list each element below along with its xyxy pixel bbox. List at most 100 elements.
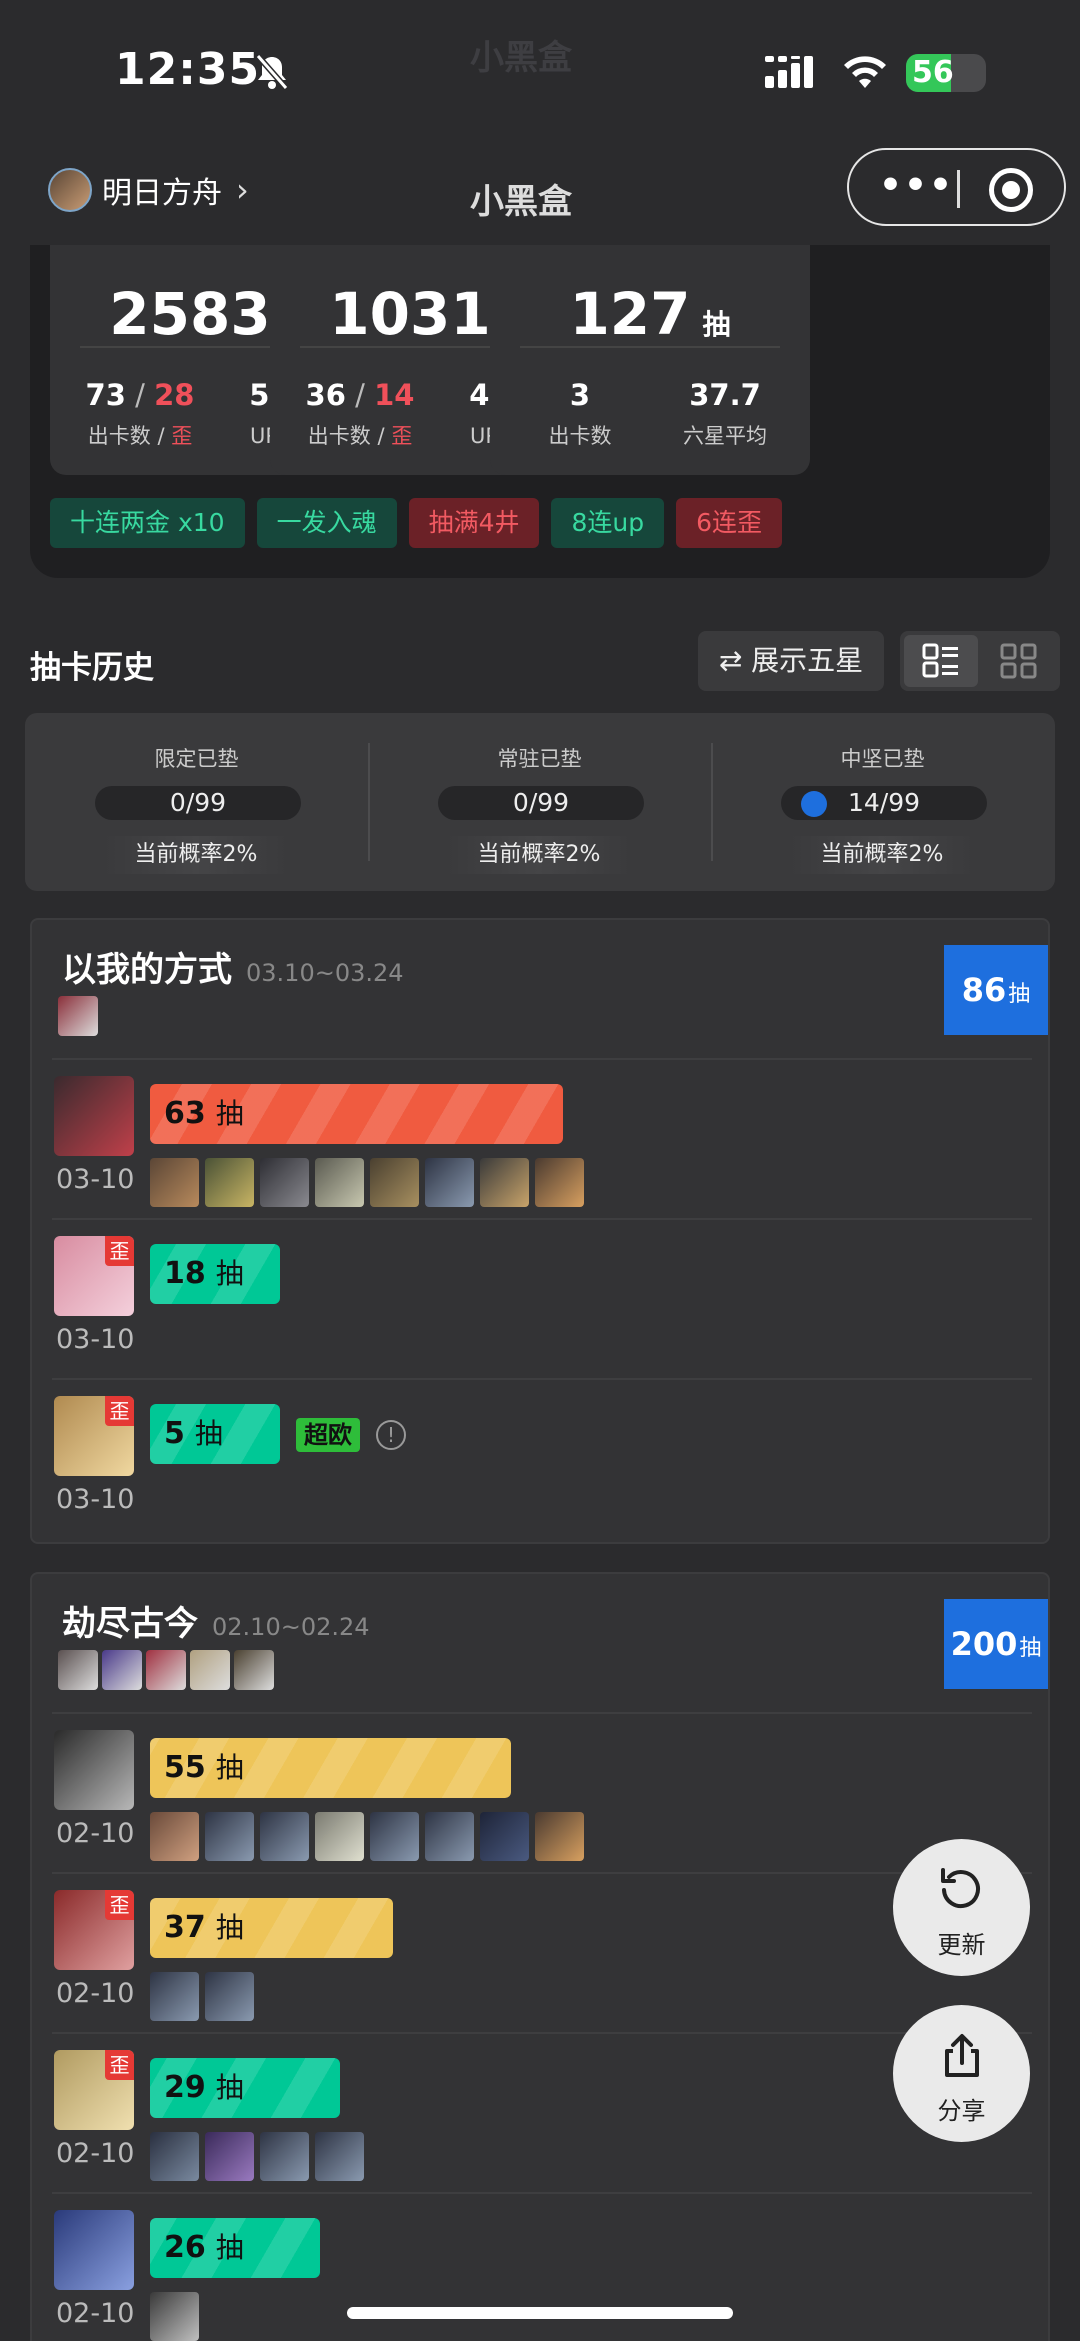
battery-text: 56 [912,55,954,90]
pull-count-unit: 抽 [215,1911,244,1944]
operator-chip [480,1812,529,1861]
battery-indicator: 56 [906,54,986,92]
cards-out-label: 出卡数 [490,420,670,450]
operator-chip [205,1812,254,1861]
stat-slash: / [345,378,375,412]
cards-out-label-text: 出卡数 / [307,424,392,448]
pull-count-bar: 63 抽 [150,1084,563,1144]
pity-divider [711,743,713,861]
grid-view-icon [1000,643,1037,679]
pull-date: 02-10 [56,2298,135,2329]
operator-thumbnail [102,1650,142,1690]
pity-column: 中坚已垫 14/99 当前概率2% [711,713,1054,891]
app-logo: 小黑盒 [470,182,572,222]
toggle-five-star-button[interactable]: ⇄ 展示五星 [698,631,884,691]
game-avatar [48,168,92,212]
pulled-operators [150,1158,584,1207]
pity-label: 限定已垫 [154,747,239,771]
info-icon[interactable]: ! [376,1420,406,1450]
operator-chip [205,1972,254,2021]
status-bar: 12:35 小黑盒 56 [0,0,1080,140]
capsule-divider [957,170,960,208]
cards-out-label: 出卡数 / 歪 [50,420,230,450]
total-unit: 抽 [702,308,731,341]
pull-date: 03-10 [56,1164,135,1195]
pull-date: 03-10 [56,1484,135,1515]
pulled-operators [150,2292,199,2341]
pull-count-unit: 抽 [215,2071,244,2104]
operator-chip [315,1158,364,1207]
grid-view-button[interactable] [982,635,1056,687]
pity-value: 0/99 [169,788,227,817]
share-label: 分享 [937,2097,986,2125]
banner-title: 以我的方式 03.10~03.24 [62,942,404,991]
cards-out-value: 36 [305,378,346,412]
capsule-menu: ••• [847,148,1066,226]
pull-count-value: 29 [164,2070,206,2105]
refresh-button[interactable]: 更新 [893,1839,1030,1976]
banner-featured-operators [58,996,98,1036]
game-name: 明日方舟 [102,176,222,211]
operator-thumbnail [58,996,98,1036]
cards-out-label-text: 出卡数 / [87,424,172,448]
pulled-operators [150,1812,584,1861]
operator-chip [480,1158,529,1207]
pull-count-label: 18 抽 [164,1244,244,1304]
cards-out-label-text: 出卡数 [548,424,612,448]
banner-total-value: 200 [950,1625,1018,1663]
close-miniapp-icon[interactable] [989,168,1033,212]
pull-count-bar: 29 抽 [150,2058,340,2118]
banner-name: 劫尽古今 [62,1604,198,1644]
operator-chip [260,1812,309,1861]
achievement-tag: 十连两金 x10 [50,498,245,548]
off-banner-value: 14 [374,378,415,412]
pity-value: 14/99 [847,788,921,817]
operator-chip [370,1158,419,1207]
pity-rate: 当前概率2% [446,836,632,874]
banner-total-unit: 抽 [1008,982,1031,1007]
share-button[interactable]: 分享 [893,2005,1030,2142]
watermark-logo: 小黑盒 [470,38,572,78]
home-indicator [347,2307,733,2319]
total-pulls: 127 抽 [490,280,810,348]
operator-avatar [54,1730,134,1810]
pull-count-label: 5抽 [164,1404,223,1464]
pull-date: 03-10 [56,1324,135,1355]
off-banner-badge: 歪 [105,2050,134,2080]
bell-muted-icon [255,54,289,90]
cards-out-label: 出卡数 / 歪 [270,420,450,450]
operator-avatar [54,1076,134,1156]
pull-count-unit: 抽 [215,1257,244,1290]
pull-count-bar: 18 抽 [150,1244,280,1304]
cards-out-stat: 73 / 28 [50,378,230,412]
operator-chip [205,2132,254,2181]
off-banner-badge: 歪 [105,1890,134,1920]
pity-rate: 当前概率2% [103,836,289,874]
mini-app-navbar: 明日方舟 › 小黑盒 ••• [0,140,1080,245]
operator-chip [425,1812,474,1861]
pity-label: 中坚已垫 [840,747,925,771]
game-switcher[interactable]: 明日方舟 › [48,168,249,212]
operator-chip [205,1158,254,1207]
operator-thumbnail [234,1650,274,1690]
pull-count-value: 26 [164,2230,206,2265]
pull-count-bar: 26 抽 [150,2218,320,2278]
pull-record-row[interactable]: 歪 03-10 18 抽 [32,1220,1048,1380]
pull-record-row[interactable]: 歪 03-10 5 抽 超欧! [32,1380,1048,1540]
off-banner-badge: 歪 [105,1396,134,1426]
lucky-badge: 超欧 [296,1418,360,1452]
pity-rate: 当前概率2% [789,836,975,874]
view-switcher [900,631,1060,691]
pulled-operators [150,1972,254,2021]
pull-record-row[interactable]: 02-10 55 抽 [32,1714,1048,1874]
off-banner-value: 28 [154,378,195,412]
more-icon[interactable]: ••• [879,168,954,204]
operator-chip [150,1158,199,1207]
achievement-tag: 6连歪 [676,498,783,548]
pull-record-row[interactable]: 03-10 63 抽 [32,1060,1048,1220]
operator-chip [150,1972,199,2021]
operator-avatar [54,2210,134,2290]
operator-chip [260,2132,309,2181]
banner-total-badge: 86抽 [944,945,1048,1035]
list-view-button[interactable] [904,635,978,687]
